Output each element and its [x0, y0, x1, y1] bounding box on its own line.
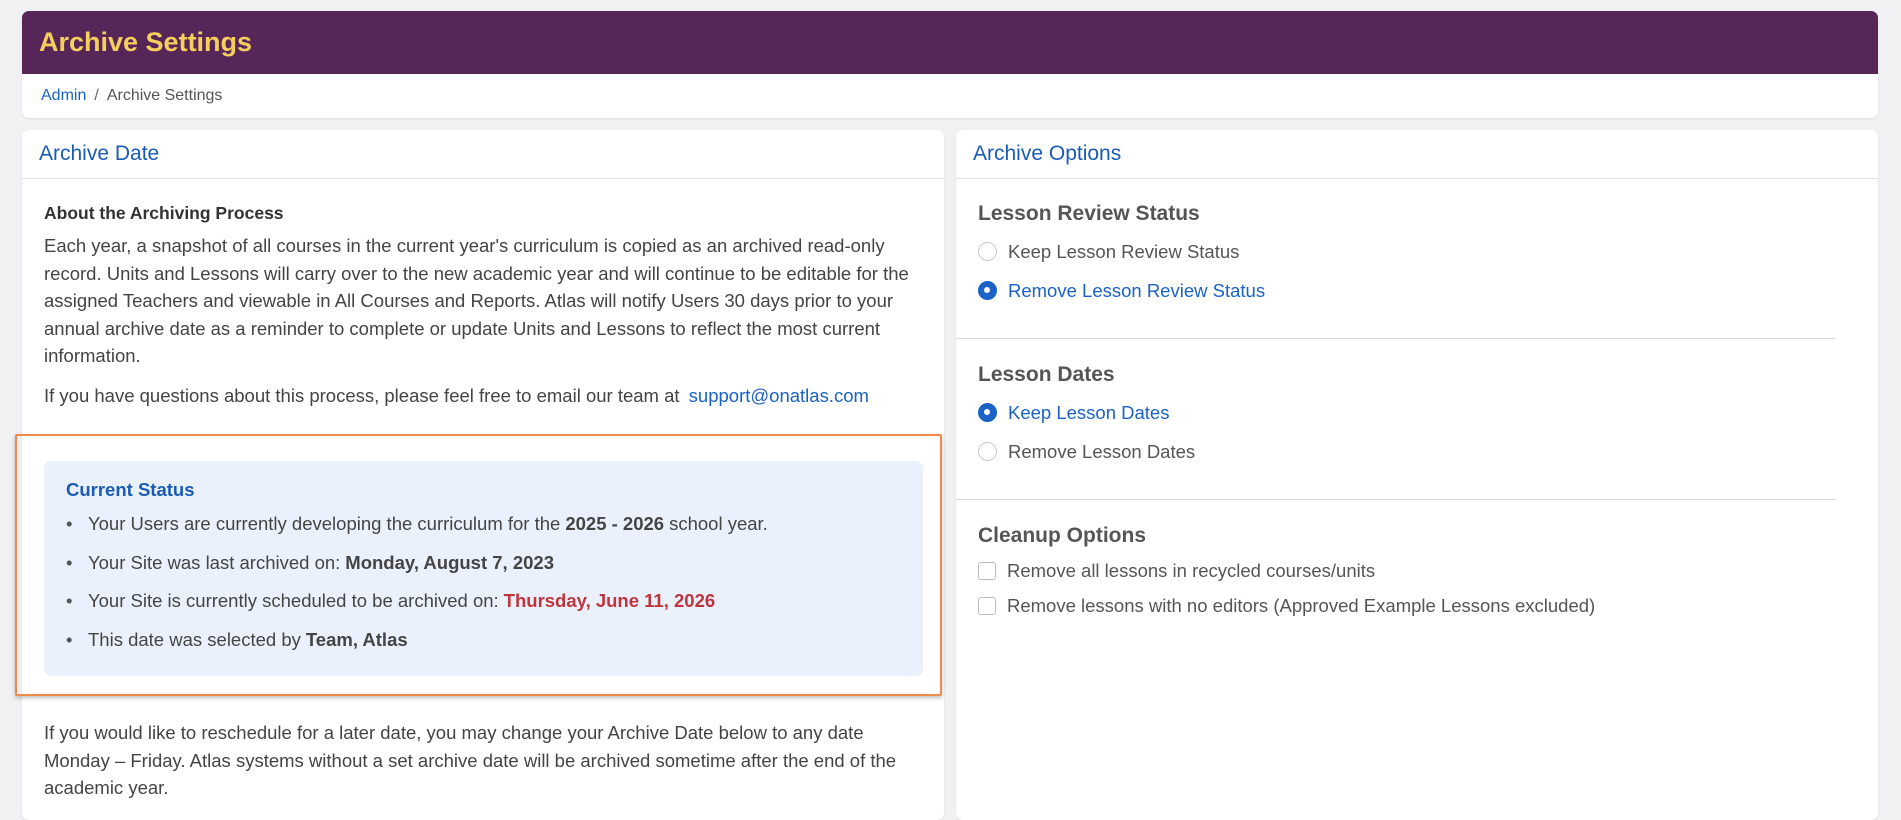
archive-date-body: About the Archiving Process Each year, a… — [22, 179, 944, 409]
status-item-last-archived: • Your Site was last archived on: Monday… — [66, 551, 554, 573]
breadcrumb: Admin / Archive Settings — [22, 74, 1878, 118]
cleanup-no-editors-option[interactable]: Remove lessons with no editors (Approved… — [978, 593, 1814, 619]
current-status-box: Current Status • Your Users are currentl… — [44, 461, 923, 676]
keep-review-status-option[interactable]: Keep Lesson Review Status — [978, 238, 1814, 265]
bullet-icon: • — [66, 628, 73, 650]
page-header: Archive Settings Admin / Archive Setting… — [22, 11, 1878, 118]
archive-options-panel-title: Archive Options — [973, 142, 1122, 165]
keep-review-status-label[interactable]: Keep Lesson Review Status — [1008, 241, 1239, 263]
reschedule-text: If you would like to reschedule for a la… — [44, 722, 897, 798]
lesson-review-section: Lesson Review Status Keep Lesson Review … — [956, 179, 1836, 339]
cleanup-no-editors-checkbox[interactable] — [978, 597, 996, 615]
scheduled-archive-date: Thursday, June 11, 2026 — [503, 590, 716, 611]
about-heading: About the Archiving Process — [44, 203, 284, 223]
title-bar: Archive Settings — [22, 11, 1878, 74]
keep-lesson-dates-radio[interactable] — [978, 403, 997, 422]
cleanup-heading: Cleanup Options — [978, 524, 1146, 547]
selected-by-user: Team, Atlas — [305, 628, 408, 650]
breadcrumb-admin-link[interactable]: Admin — [41, 87, 86, 105]
lesson-dates-heading: Lesson Dates — [978, 363, 1115, 386]
bullet-icon: • — [66, 551, 73, 573]
last-archived-date: Monday, August 7, 2023 — [345, 551, 554, 573]
about-text: Each year, a snapshot of all courses in … — [44, 235, 909, 366]
support-email-link[interactable]: support@onatlas.com — [689, 385, 869, 406]
current-status-title: Current Status — [66, 479, 195, 500]
keep-review-status-radio[interactable] — [978, 242, 997, 261]
cleanup-recycled-label[interactable]: Remove all lessons in recycled courses/u… — [1007, 560, 1375, 582]
cleanup-recycled-option[interactable]: Remove all lessons in recycled courses/u… — [978, 558, 1814, 584]
remove-review-status-option[interactable]: Remove Lesson Review Status — [978, 277, 1814, 304]
status-list: • Your Users are currently developing th… — [66, 513, 901, 667]
remove-review-status-label[interactable]: Remove Lesson Review Status — [1008, 280, 1265, 302]
archive-date-panel-header: Archive Date — [22, 130, 944, 179]
remove-lesson-dates-label[interactable]: Remove Lesson Dates — [1008, 441, 1195, 463]
lesson-review-heading: Lesson Review Status — [978, 202, 1200, 225]
breadcrumb-current: Archive Settings — [106, 87, 223, 104]
archive-date-panel-title: Archive Date — [39, 142, 160, 165]
bullet-icon: • — [66, 590, 73, 611]
bullet-icon: • — [66, 513, 73, 534]
remove-review-status-radio[interactable] — [978, 281, 997, 300]
remove-lesson-dates-option[interactable]: Remove Lesson Dates — [978, 438, 1814, 465]
remove-lesson-dates-radio[interactable] — [978, 442, 997, 461]
keep-lesson-dates-option[interactable]: Keep Lesson Dates — [978, 399, 1814, 426]
contact-text: If you have questions about this process… — [44, 384, 680, 406]
keep-lesson-dates-label[interactable]: Keep Lesson Dates — [1008, 402, 1169, 424]
archive-options-panel: Archive Options Lesson Review Status Kee… — [956, 130, 1878, 820]
lesson-dates-section: Lesson Dates Keep Lesson Dates Remove Le… — [956, 339, 1836, 500]
status-item-selected-by: • This date was selected by Team, Atlas — [66, 628, 408, 650]
breadcrumb-separator: / — [94, 87, 99, 104]
cleanup-recycled-checkbox[interactable] — [978, 562, 996, 580]
cleanup-section: Cleanup Options Remove all lessons in re… — [956, 500, 1836, 619]
cleanup-no-editors-label[interactable]: Remove lessons with no editors (Approved… — [1007, 595, 1595, 617]
contact-line: If you have questions about this process… — [44, 382, 922, 409]
archive-options-panel-header: Archive Options — [956, 130, 1878, 179]
page-title: Archive Settings — [39, 27, 253, 57]
status-item-curriculum-year: • Your Users are currently developing th… — [66, 513, 768, 534]
school-year: 2025 - 2026 — [565, 513, 665, 534]
status-item-scheduled: • Your Site is currently scheduled to be… — [66, 590, 716, 611]
